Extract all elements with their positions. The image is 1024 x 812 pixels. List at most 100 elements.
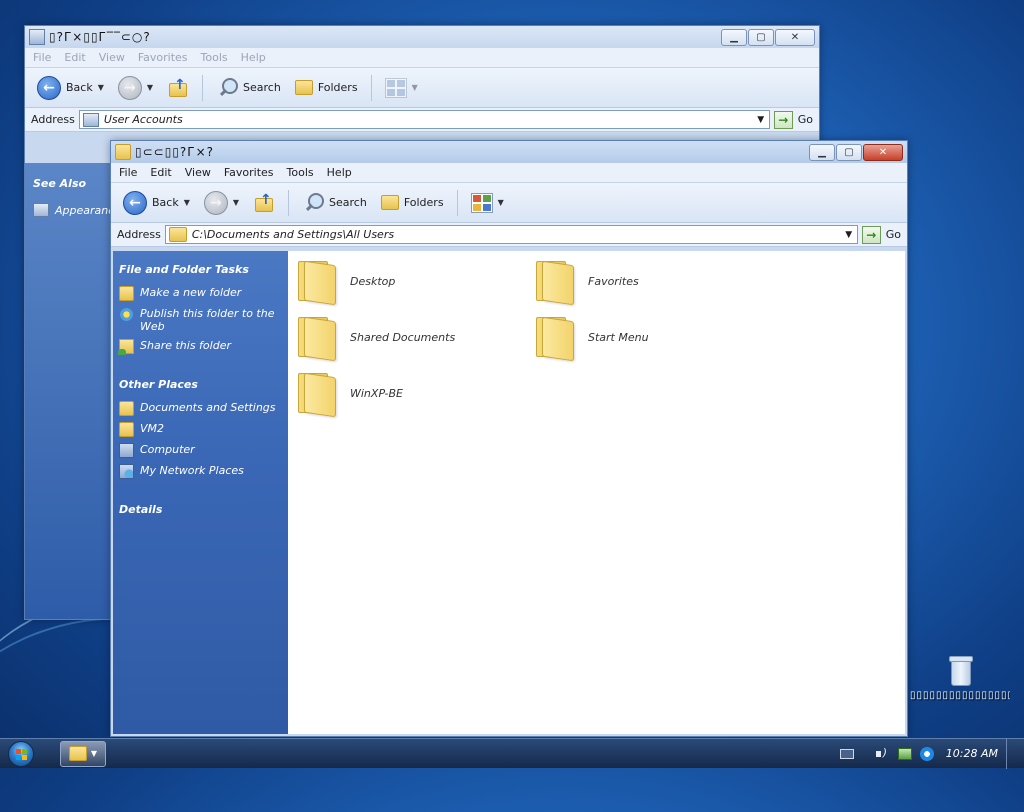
place-label: Computer <box>140 443 195 456</box>
chevron-down-icon: ▼ <box>497 198 504 207</box>
go-button[interactable]: → Go <box>861 225 901 244</box>
recycle-bin-desktop-icon[interactable]: ▯▯▯▯▯▯▯▯▯▯▯▯▯▯▯▯ <box>910 656 1010 701</box>
folder-icon <box>296 259 338 306</box>
maximize-button[interactable]: ▢ <box>836 143 862 161</box>
place-label: Documents and Settings <box>140 401 276 414</box>
menu-view[interactable]: View <box>99 51 125 64</box>
menu-favorites[interactable]: Favorites <box>138 51 188 64</box>
menu-bar: File Edit View Favorites Tools Help <box>111 163 907 183</box>
share-folder-link[interactable]: Share this folder <box>113 339 288 355</box>
show-desktop-button[interactable] <box>1006 738 1016 769</box>
vm2-link[interactable]: VM2 <box>113 422 288 437</box>
up-folder-button[interactable]: ↑ <box>163 73 193 103</box>
menu-help[interactable]: Help <box>241 51 266 64</box>
file-folder-tasks-heading[interactable]: File and Folder Tasks <box>113 263 288 276</box>
search-icon <box>216 77 239 99</box>
search-icon <box>302 192 325 214</box>
address-input[interactable]: C:\Documents and Settings\All Users ▼ <box>164 225 858 244</box>
chevron-down-icon[interactable]: ▼ <box>753 115 769 125</box>
back-arrow-icon: ← <box>123 190 147 215</box>
appearance-icon <box>33 203 49 217</box>
chevron-down-icon[interactable]: ▼ <box>841 230 857 240</box>
go-arrow-icon: → <box>773 110 793 129</box>
clock[interactable]: 10:28 AM <box>946 747 998 760</box>
search-button[interactable]: Search <box>212 73 285 103</box>
folder-label: Shared Documents <box>350 330 456 344</box>
folder-item-shared-documents[interactable]: Shared Documents <box>296 315 456 362</box>
computer-link[interactable]: Computer <box>113 443 288 458</box>
close-button[interactable]: ✕ <box>863 143 903 161</box>
minimize-button[interactable]: ▁ <box>721 28 747 46</box>
task-pane: File and Folder Tasks Make a new folder … <box>113 251 288 734</box>
forward-button[interactable]: → ▼ <box>200 188 243 218</box>
place-label: My Network Places <box>140 464 244 477</box>
menu-favorites[interactable]: Favorites <box>224 166 274 179</box>
window-title: ▯?Г×▯▯Г‾‾⊂○? <box>49 30 151 44</box>
details-heading[interactable]: Details <box>113 503 288 516</box>
chevron-down-icon[interactable]: ▼ <box>184 198 190 207</box>
address-bar: Address User Accounts ▼ → Go <box>25 108 819 132</box>
folder-icon <box>119 422 134 437</box>
volume-icon[interactable] <box>875 746 890 760</box>
share-folder-icon <box>118 339 134 355</box>
back-button[interactable]: ← Back ▼ <box>119 188 194 218</box>
title-bar[interactable]: ▯⊂⊂▯▯?Г×? ▁ ▢ ✕ <box>111 141 907 163</box>
menu-tools[interactable]: Tools <box>201 51 228 64</box>
folders-label: Folders <box>317 81 358 94</box>
views-button[interactable]: ▼ <box>381 73 422 103</box>
search-button[interactable]: Search <box>298 188 371 218</box>
go-button[interactable]: → Go <box>773 110 813 129</box>
menu-help[interactable]: Help <box>327 166 352 179</box>
internet-explorer-icon[interactable] <box>919 746 934 761</box>
chevron-down-icon[interactable]: ▼ <box>98 83 104 92</box>
documents-and-settings-link[interactable]: Documents and Settings <box>113 401 288 416</box>
folder-icon <box>119 401 134 416</box>
menu-edit[interactable]: Edit <box>150 166 171 179</box>
close-button[interactable]: ✕ <box>775 28 815 46</box>
network-places-link[interactable]: My Network Places <box>113 464 288 479</box>
folder-icon <box>534 315 576 362</box>
address-input[interactable]: User Accounts ▼ <box>78 110 770 129</box>
menu-view[interactable]: View <box>185 166 211 179</box>
recycle-bin-icon <box>949 656 973 686</box>
back-label: Back <box>66 81 93 94</box>
back-arrow-icon: ← <box>37 75 61 100</box>
system-tray: 10:28 AM <box>839 738 1024 769</box>
forward-button[interactable]: → ▼ <box>114 73 157 103</box>
folder-icon <box>296 371 338 418</box>
folder-label: Favorites <box>588 274 639 288</box>
network-status-icon[interactable] <box>897 747 912 760</box>
chevron-down-icon[interactable]: ▼ <box>147 83 153 92</box>
views-button[interactable]: ▼ <box>467 188 508 218</box>
back-button[interactable]: ← Back ▼ <box>33 73 108 103</box>
taskbar-explorer-button[interactable]: ▼ <box>60 740 106 767</box>
explorer-content: File and Folder Tasks Make a new folder … <box>113 251 905 734</box>
title-bar[interactable]: ▯?Г×▯▯Г‾‾⊂○? ▁ ▢ ✕ <box>25 26 819 48</box>
other-places-heading[interactable]: Other Places <box>113 378 288 391</box>
chevron-down-icon[interactable]: ▼ <box>233 198 239 207</box>
start-button[interactable] <box>0 739 42 769</box>
menu-tools[interactable]: Tools <box>287 166 314 179</box>
appearance-link[interactable]: Appearance <box>33 203 121 217</box>
menu-file[interactable]: File <box>119 166 137 179</box>
up-folder-button[interactable]: ↑ <box>249 188 279 218</box>
menu-bar: File Edit View Favorites Tools Help <box>25 48 819 68</box>
folder-item-favorites[interactable]: Favorites <box>534 259 639 306</box>
folders-button[interactable]: Folders <box>377 188 448 218</box>
make-new-folder-link[interactable]: Make a new folder <box>113 286 288 301</box>
menu-file[interactable]: File <box>33 51 51 64</box>
folder-item-winxp-be[interactable]: WinXP-BE <box>296 371 403 418</box>
folder-icon <box>68 746 87 761</box>
all-users-window[interactable]: ▯⊂⊂▯▯?Г×? ▁ ▢ ✕ File Edit View Favorites… <box>110 140 908 737</box>
folder-label: Desktop <box>350 274 396 288</box>
folder-item-start-menu[interactable]: Start Menu <box>534 315 649 362</box>
minimize-button[interactable]: ▁ <box>809 143 835 161</box>
folder-up-icon: ↑ <box>253 192 275 214</box>
folder-item-desktop[interactable]: Desktop <box>296 259 396 306</box>
keyboard-icon[interactable] <box>839 748 854 759</box>
publish-folder-link[interactable]: Publish this folder to the Web <box>113 307 288 333</box>
folders-button[interactable]: Folders <box>291 73 362 103</box>
menu-edit[interactable]: Edit <box>64 51 85 64</box>
maximize-button[interactable]: ▢ <box>748 28 774 46</box>
new-folder-icon <box>119 286 134 301</box>
